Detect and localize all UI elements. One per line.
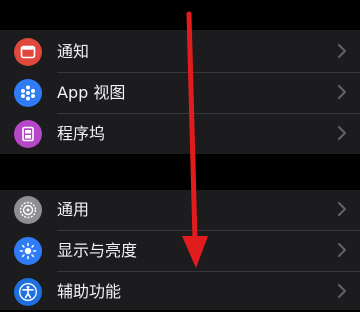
accessibility-icon: [14, 278, 42, 306]
chevron-right-icon: [338, 202, 346, 216]
settings-row-app-view[interactable]: App 视图: [0, 73, 360, 113]
settings-row-notifications[interactable]: 通知: [0, 32, 360, 72]
chevron-right-icon: [338, 243, 346, 257]
brightness-icon: [14, 237, 42, 265]
chevron-right-icon: [338, 284, 346, 298]
settings-row-dock[interactable]: 程序坞: [0, 114, 360, 154]
chevron-right-icon: [338, 126, 346, 140]
settings-row-label: 通知: [57, 42, 90, 61]
gear-icon: [14, 196, 42, 224]
chevron-right-icon: [338, 44, 346, 58]
settings-group-1: 通知 App 视图 程序坞: [0, 30, 360, 154]
settings-row-accessibility[interactable]: 辅助功能: [0, 272, 360, 312]
notifications-icon: [14, 38, 42, 66]
settings-row-label: 通用: [57, 200, 90, 219]
chevron-right-icon: [338, 85, 346, 99]
app-grid-icon: [14, 79, 42, 107]
settings-row-label: 辅助功能: [57, 282, 122, 301]
settings-row-label: App 视图: [57, 83, 126, 102]
settings-group-2: 通用 显示与亮度 辅助功能: [0, 190, 360, 310]
settings-row-display-brightness[interactable]: 显示与亮度: [0, 231, 360, 271]
settings-row-label: 程序坞: [57, 124, 106, 143]
dock-icon: [14, 120, 42, 148]
settings-row-general[interactable]: 通用: [0, 190, 360, 230]
settings-row-label: 显示与亮度: [57, 241, 138, 260]
